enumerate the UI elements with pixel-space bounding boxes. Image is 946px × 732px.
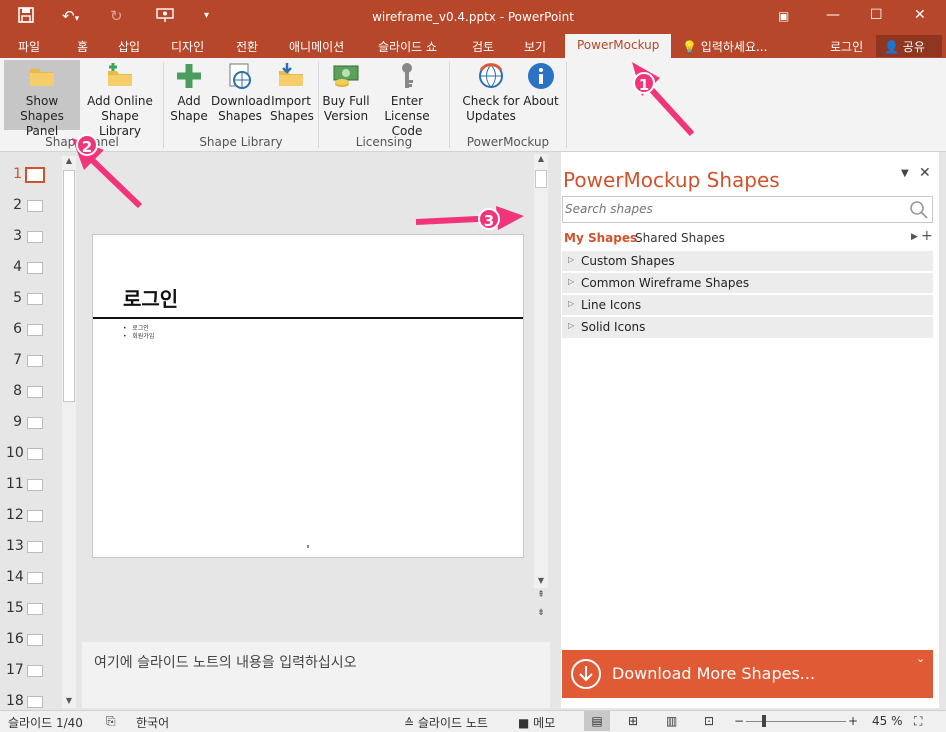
annotation-badge-3: 3 [478, 208, 500, 230]
annotation-arrows [72, 62, 695, 230]
annotation-arrow-2 [87, 155, 143, 209]
annotation-badge-2: 2 [76, 134, 98, 156]
annotation-arrowhead-3 [496, 206, 524, 230]
annotation-arrow-1 [647, 85, 695, 137]
annotation-badge-1: 1 [633, 72, 655, 94]
